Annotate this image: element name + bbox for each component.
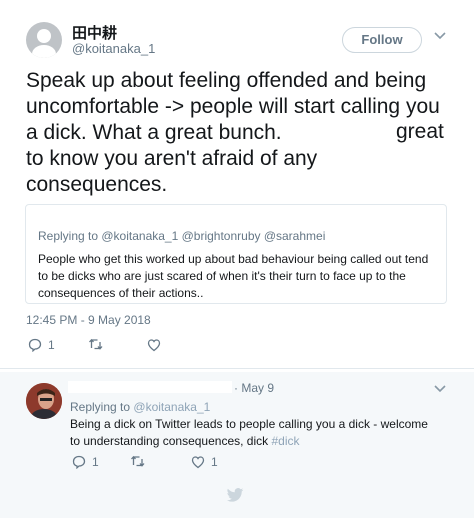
reply-icon[interactable] bbox=[72, 455, 86, 469]
chevron-down-icon[interactable] bbox=[434, 384, 446, 394]
like-icon[interactable] bbox=[147, 338, 161, 352]
tweet-text-word: great bbox=[396, 120, 444, 143]
divider bbox=[0, 368, 474, 369]
tweet-text-line: consequences. bbox=[26, 173, 168, 196]
quoted-tweet[interactable]: Replying to @koitanaka_1 @brightonruby @… bbox=[25, 204, 447, 304]
handle[interactable]: @koitanaka_1 bbox=[72, 41, 155, 56]
like-count: 1 bbox=[211, 455, 218, 469]
chevron-down-icon[interactable] bbox=[434, 31, 446, 41]
retweet-icon[interactable] bbox=[88, 338, 104, 352]
reply-count: 1 bbox=[48, 338, 55, 352]
timestamp[interactable]: 12:45 PM - 9 May 2018 bbox=[26, 313, 151, 327]
avatar[interactable] bbox=[26, 383, 62, 419]
redacted-name bbox=[68, 381, 232, 393]
display-name[interactable]: 田中耕 bbox=[72, 22, 117, 43]
tweet-text: Speak up about feeling offended and bein… bbox=[26, 68, 440, 198]
reply-count: 1 bbox=[92, 455, 99, 469]
replying-to-handle[interactable]: @koitanaka_1 bbox=[133, 400, 210, 414]
hashtag-link[interactable]: #dick bbox=[271, 434, 299, 448]
like-icon[interactable] bbox=[191, 455, 205, 469]
reply-text: Being a dick on Twitter leads to people … bbox=[70, 416, 430, 450]
reply-date[interactable]: · May 9 bbox=[234, 381, 274, 395]
tweet-text-line: to know you aren't afraid of any bbox=[26, 147, 318, 170]
quoted-replying-to[interactable]: Replying to @koitanaka_1 @brightonruby @… bbox=[38, 229, 325, 243]
tweet-text-line: uncomfortable -> people will start calli… bbox=[26, 95, 440, 118]
replying-to-prefix: Replying to bbox=[70, 400, 131, 414]
reply-text-body: Being a dick on Twitter leads to people … bbox=[70, 417, 428, 448]
follow-button[interactable]: Follow bbox=[342, 27, 422, 53]
reply-icon[interactable] bbox=[28, 338, 42, 352]
twitter-bird-icon bbox=[226, 488, 244, 503]
tweet-text-line: Speak up about feeling offended and bein… bbox=[26, 69, 427, 92]
quoted-text: People who get this worked up about bad … bbox=[38, 252, 429, 300]
reply-replying-to: Replying to @koitanaka_1 bbox=[70, 400, 210, 414]
avatar[interactable] bbox=[26, 22, 62, 58]
retweet-icon[interactable] bbox=[130, 455, 146, 469]
tweet-text-line: a dick. What a great bunch. bbox=[26, 121, 282, 144]
